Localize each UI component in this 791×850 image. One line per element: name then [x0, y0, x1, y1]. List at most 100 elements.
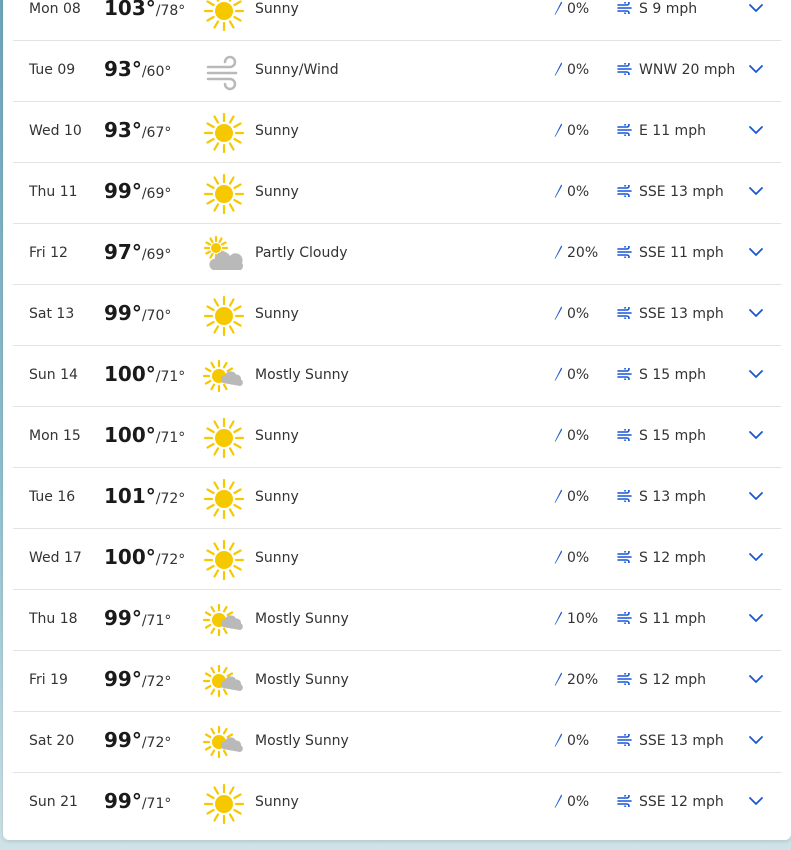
wind-value: S 11 mph: [639, 611, 706, 627]
wind-icon: [617, 794, 639, 810]
sun-icon: [203, 478, 245, 520]
temperature: 100°/71°: [104, 362, 185, 386]
wind-value: WNW 20 mph: [639, 62, 736, 78]
raindrop-icon: [553, 489, 567, 505]
wind-icon: [617, 611, 639, 627]
forecast-row[interactable]: Sat 20 99°/72° Mostly Sunny 0% SSE 13 mp…: [13, 712, 781, 773]
low-temp: /71°: [155, 430, 186, 446]
precip-value: 0%: [567, 794, 590, 810]
condition-text: Sunny: [255, 428, 299, 444]
wind-icon: [617, 672, 639, 688]
forecast-row[interactable]: Mon 15 100°/71° Sunny 0% S 15 mph: [13, 407, 781, 468]
expand-chevron-icon[interactable]: [748, 490, 764, 502]
forecast-row[interactable]: Fri 12 97°/69° Partly Cloudy 20% SSE 11 …: [13, 224, 781, 285]
wind-value: S 12 mph: [639, 672, 706, 688]
sun-icon: [203, 783, 245, 825]
condition-text: Sunny: [255, 184, 299, 200]
wind-value: S 13 mph: [639, 489, 706, 505]
expand-chevron-icon[interactable]: [748, 124, 764, 136]
wind: S 12 mph: [617, 672, 706, 688]
expand-chevron-icon[interactable]: [748, 673, 764, 685]
precip-value: 20%: [567, 672, 599, 688]
wind-icon: [617, 733, 639, 749]
expand-chevron-icon[interactable]: [748, 2, 764, 14]
expand-chevron-icon[interactable]: [748, 795, 764, 807]
day-label: Sun 14: [29, 367, 78, 383]
forecast-row[interactable]: Tue 09 93°/60° Sunny/Wind 0% WNW 20 mph: [13, 41, 781, 102]
high-temp: 93°: [104, 118, 142, 142]
day-label: Wed 10: [29, 123, 82, 139]
sun-icon: [203, 417, 245, 459]
forecast-row[interactable]: Thu 18 99°/71° Mostly Sunny 10% S 11 mph: [13, 590, 781, 651]
forecast-row[interactable]: Sun 14 100°/71° Mostly Sunny 0% S 15 mph: [13, 346, 781, 407]
expand-chevron-icon[interactable]: [748, 612, 764, 624]
temperature: 100°/71°: [104, 423, 185, 447]
day-label: Mon 15: [29, 428, 81, 444]
forecast-row[interactable]: Wed 17 100°/72° Sunny 0% S 12 mph: [13, 529, 781, 590]
raindrop-icon: [553, 794, 567, 810]
partly-cloudy-icon: [203, 234, 245, 276]
day-label: Mon 08: [29, 1, 81, 17]
temperature: 99°/72°: [104, 728, 171, 752]
precip-value: 0%: [567, 733, 590, 749]
temperature: 101°/72°: [104, 484, 185, 508]
condition-text: Mostly Sunny: [255, 367, 349, 383]
temperature: 99°/72°: [104, 667, 171, 691]
expand-chevron-icon[interactable]: [748, 734, 764, 746]
mostly-sunny-icon: [202, 600, 245, 642]
wind-value: SSE 13 mph: [639, 184, 724, 200]
wind: SSE 12 mph: [617, 794, 724, 810]
precip-value: 0%: [567, 306, 590, 322]
forecast-row[interactable]: Mon 08 103°/78° Sunny 0% S 9 mph: [13, 0, 781, 41]
precipitation: 0%: [553, 306, 589, 322]
precip-value: 0%: [567, 489, 590, 505]
condition-text: Mostly Sunny: [255, 672, 349, 688]
temperature: 99°/71°: [104, 606, 171, 630]
wind-icon: [617, 245, 639, 261]
precipitation: 0%: [553, 428, 589, 444]
sun-icon: [203, 0, 245, 32]
precipitation: 0%: [553, 794, 589, 810]
condition-text: Sunny: [255, 550, 299, 566]
raindrop-icon: [553, 1, 567, 17]
precipitation: 0%: [553, 62, 589, 78]
high-temp: 97°: [104, 240, 142, 264]
wind: S 12 mph: [617, 550, 706, 566]
expand-chevron-icon[interactable]: [748, 551, 764, 563]
forecast-row[interactable]: Wed 10 93°/67° Sunny 0% E 11 mph: [13, 102, 781, 163]
precip-value: 0%: [567, 367, 590, 383]
forecast-row[interactable]: Sun 21 99°/71° Sunny 0% SSE 12 mph: [13, 773, 781, 833]
forecast-row[interactable]: Thu 11 99°/69° Sunny 0% SSE 13 mph: [13, 163, 781, 224]
temperature: 97°/69°: [104, 240, 171, 264]
condition-text: Sunny: [255, 489, 299, 505]
expand-chevron-icon[interactable]: [748, 368, 764, 380]
wind-value: SSE 12 mph: [639, 794, 724, 810]
mostly-sunny-icon: [202, 356, 245, 398]
wind-icon: [203, 51, 245, 93]
wind-icon: [617, 367, 639, 383]
raindrop-icon: [553, 672, 567, 688]
high-temp: 93°: [104, 57, 142, 81]
expand-chevron-icon[interactable]: [748, 185, 764, 197]
precipitation: 10%: [553, 611, 598, 627]
high-temp: 100°: [104, 545, 156, 569]
wind-icon: [617, 123, 639, 139]
low-temp: /78°: [155, 3, 186, 19]
low-temp: /72°: [155, 491, 186, 507]
forecast-row[interactable]: Sat 13 99°/70° Sunny 0% SSE 13 mph: [13, 285, 781, 346]
forecast-row[interactable]: Tue 16 101°/72° Sunny 0% S 13 mph: [13, 468, 781, 529]
wind-value: S 15 mph: [639, 428, 706, 444]
condition-text: Sunny: [255, 123, 299, 139]
day-label: Sun 21: [29, 794, 78, 810]
condition-text: Sunny: [255, 306, 299, 322]
expand-chevron-icon[interactable]: [748, 246, 764, 258]
precip-value: 20%: [567, 245, 599, 261]
precip-value: 0%: [567, 123, 590, 139]
expand-chevron-icon[interactable]: [748, 307, 764, 319]
day-label: Fri 12: [29, 245, 68, 261]
forecast-row[interactable]: Fri 19 99°/72° Mostly Sunny 20% S 12 mph: [13, 651, 781, 712]
expand-chevron-icon[interactable]: [748, 429, 764, 441]
expand-chevron-icon[interactable]: [748, 63, 764, 75]
high-temp: 101°: [104, 484, 156, 508]
precipitation: 0%: [553, 367, 589, 383]
